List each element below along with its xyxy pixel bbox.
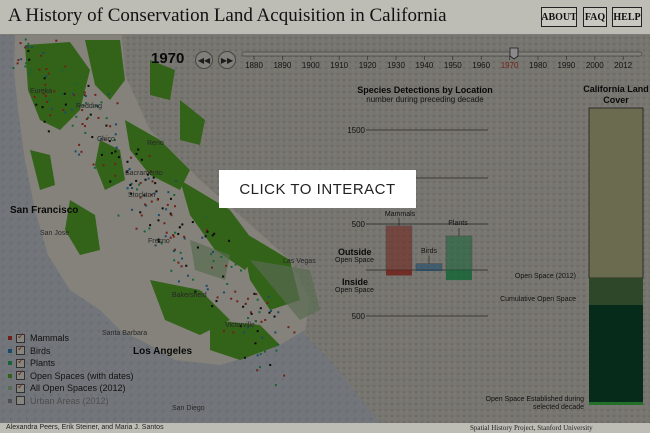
- page-title: A History of Conservation Land Acquisiti…: [8, 5, 447, 26]
- app-root: A History of Conservation Land Acquisiti…: [0, 0, 650, 433]
- footer: Alexandra Peers, Erik Steiner, and Maria…: [0, 423, 650, 433]
- click-to-interact-button[interactable]: CLICK TO INTERACT: [219, 170, 416, 208]
- interaction-overlay[interactable]: [0, 35, 650, 423]
- about-button[interactable]: ABOUT: [541, 7, 577, 27]
- help-button[interactable]: HELP: [612, 7, 642, 27]
- header-bar: A History of Conservation Land Acquisiti…: [0, 0, 650, 35]
- footer-authors: Alexandra Peers, Erik Steiner, and Maria…: [6, 424, 164, 431]
- footer-credit: Spatial History Project, Stanford Univer…: [470, 424, 593, 432]
- faq-button[interactable]: FAQ: [583, 7, 607, 27]
